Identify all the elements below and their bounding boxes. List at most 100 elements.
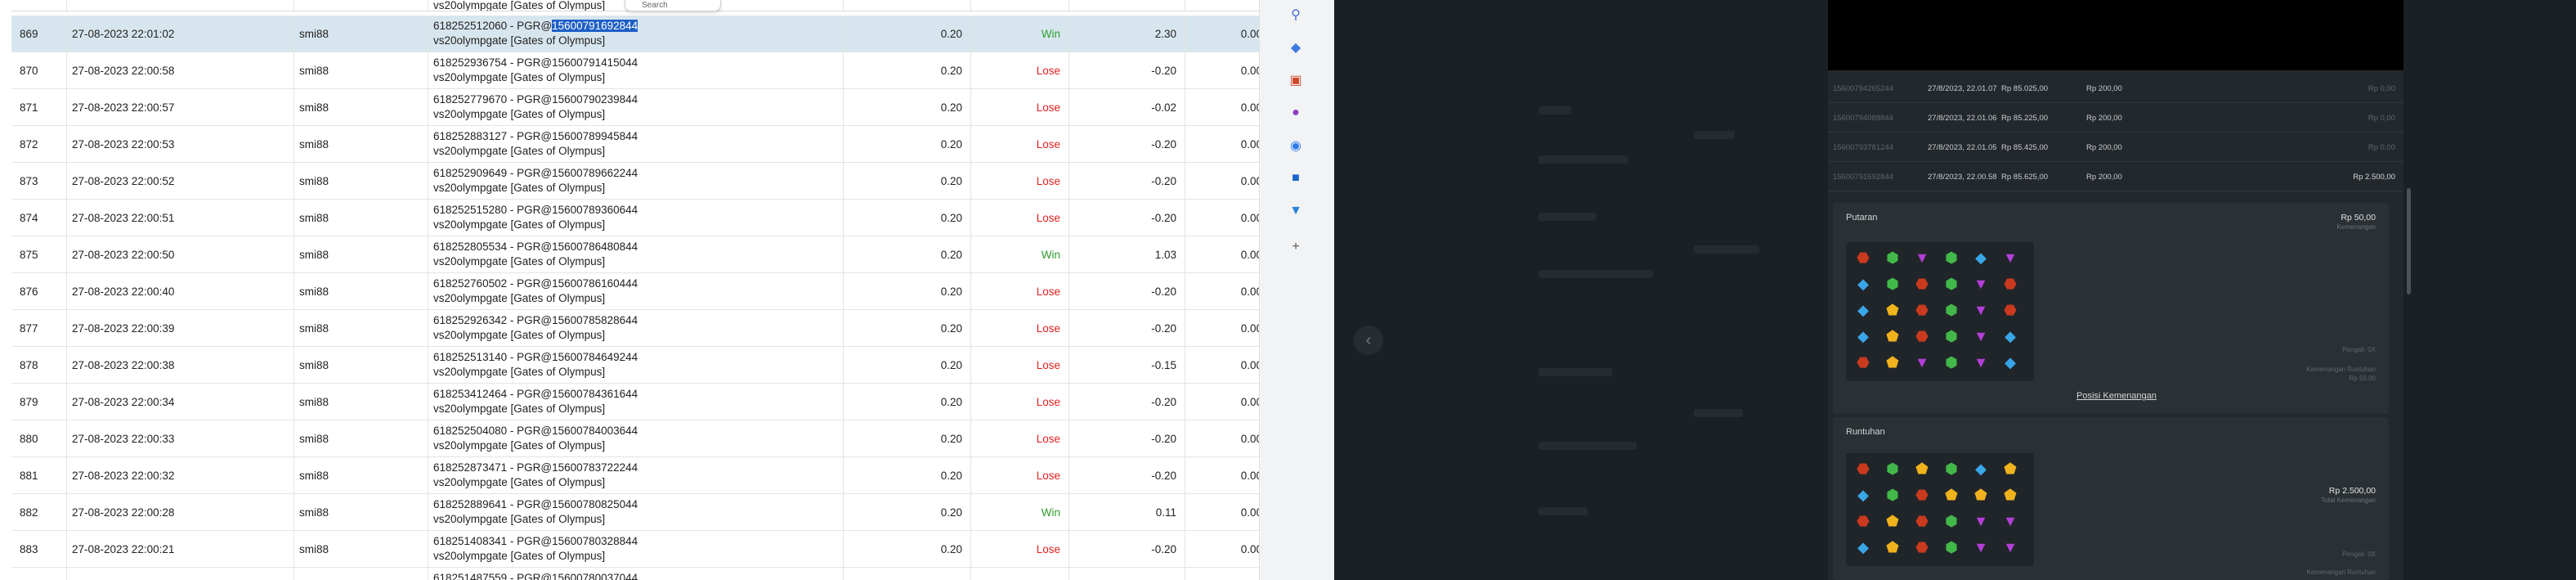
gem-green-icon: ⬢ [1886,276,1899,292]
row-desc-game: vs20olympgate [Gates of Olympus] [433,145,606,157]
row-desc-game: vs20olympgate [Gates of Olympus] [433,0,606,11]
search-icon[interactable]: ⚲ [1286,5,1306,25]
row-result: Lose [971,89,1069,125]
table-row[interactable]: 877 27-08-2023 22:00:39 smi88 618252926342 … [11,310,1259,347]
row-number: 874 [11,200,67,236]
row-desc-id: 618251487559 - PGR@15600780037044 [433,572,638,580]
row-desc-id: 618252936754 - PGR@ [433,56,553,69]
game-history-viewer: ‹ 15600794265244 27/8/2023, 22.01.07 Rp 85… [1334,0,2576,580]
row-datetime: 27-08-2023 22:00:28 [67,494,294,530]
spin-reel-grid: ⬣ ⬢ ▼ ⬢ ◆ ▼ ◆ ⬢ ⬣ ⬢ ▼ ⬣ ◆ ⬟ ⬣ ⬢ ▼ ⬣ ◆ ⬟ ⬣ ⬢ ▼ ◆ ⬣ ⬟ ▼ ⬢ ▼ ◆ [1846,242,2034,381]
row-balance: 0.00 [1240,248,1259,261]
row-number: 882 [11,494,67,530]
row-desc-line1: 618252883127 - PGR@15600789945844 [433,129,638,144]
toolbox-icon[interactable]: ▣ [1286,70,1306,90]
gem-yellow-icon: ⬟ [1886,539,1899,555]
row-user: smi88 [294,273,428,309]
history-win: Rp 0,00 [2368,143,2395,152]
table-row[interactable]: 879 27-08-2023 22:00:34 smi88 618253412464 … [11,384,1259,420]
row-amount: 1.03 [1069,236,1185,272]
add-icon[interactable]: + [1286,237,1306,257]
winning-position-link[interactable]: Posisi Kemenangan [2076,391,2157,401]
row-desc-ref: 15600791692844 [552,20,638,32]
row-desc-ref: 15600791415044 [552,56,638,69]
row-desc-id: 618252805534 - PGR@ [433,241,553,253]
cart-icon[interactable]: ▼ [1286,201,1306,221]
table-row[interactable]: 883 27-08-2023 22:00:21 smi88 618251408341 … [11,531,1259,568]
row-desc-id: 618252909649 - PGR@ [433,167,553,179]
gem-green-icon: ⬢ [1945,539,1958,555]
outlook-icon[interactable]: ■ [1286,169,1306,188]
row-user: smi88 [294,52,428,88]
row-datetime: 27-08-2023 22:00:38 [67,347,294,383]
gem-green-icon: ⬢ [1886,250,1899,266]
history-balance: Rp 85.025,00 [2001,84,2049,93]
gem-blue-icon: ◆ [2005,354,2016,371]
row-bet: 0.20 [844,16,971,52]
copilot-icon[interactable]: ◉ [1286,136,1306,155]
gem-purple-icon: ▼ [2003,250,2018,266]
history-bet: Rp 200,00 [2086,114,2122,123]
table-row[interactable]: 875 27-08-2023 22:00:50 smi88 618252805534 … [11,236,1259,273]
table-row[interactable]: 870 27-08-2023 22:00:58 smi88 618252936754 … [11,52,1259,89]
table-row[interactable]: 876 27-08-2023 22:00:40 smi88 618252760502 … [11,273,1259,310]
row-desc-id: 618252889641 - PGR@ [433,498,553,510]
row-datetime: 27-08-2023 22:00:33 [67,420,294,456]
gem-yellow-icon: ⬟ [1974,487,1987,503]
gem-blue-icon: ◆ [1857,276,1869,292]
history-row[interactable]: 15600793781244 27/8/2023, 22.01.05 Rp 85.4… [1828,133,2404,162]
table-row[interactable]: 882 27-08-2023 22:00:28 smi88 618252889641 … [11,494,1259,531]
row-desc-ref: 15600786480844 [552,241,638,253]
row-desc-ref: 15600789945844 [552,130,638,142]
row-amount: 0.11 [1069,494,1185,530]
tumble-card-value: Rp 2.500,00 [2328,486,2376,496]
history-row[interactable]: 15600794088844 27/8/2023, 22.01.06 Rp 85.2… [1828,103,2404,133]
row-desc-line1: 618252504080 - PGR@15600784003644 [433,424,638,438]
screen: vs20olympgate [Gates of Olympus] Search … [0,0,2576,580]
row-bet: 0.20 [844,126,971,162]
history-win: Rp 0,00 [2368,84,2395,93]
table-row[interactable]: 871 27-08-2023 22:00:57 smi88 618252779670 … [11,89,1259,126]
row-bet: 0.20 [844,531,971,567]
history-id: 15600793781244 [1833,143,1893,152]
panel-scrollbar[interactable] [2407,188,2411,294]
table-row[interactable]: 878 27-08-2023 22:00:38 smi88 618252513140 … [11,347,1259,384]
history-row[interactable]: 15600794265244 27/8/2023, 22.01.07 Rp 85.0… [1828,74,2404,103]
table-row[interactable]: 872 27-08-2023 22:00:53 smi88 618252883127 … [11,126,1259,163]
gem-purple-icon: ▼ [1973,539,1988,555]
row-desc-id: 618252515280 - PGR@ [433,204,553,216]
gem-green-icon: ⬢ [1886,487,1899,503]
row-amount: -0.20 [1069,273,1185,309]
row-amount: -0.20 [1069,52,1185,88]
row-description: 618252504080 - PGR@15600784003644 vs20oly… [428,420,844,456]
row-desc-line1: 618253412464 - PGR@15600784361644 [433,387,638,402]
row-datetime: 27-08-2023 22:01:02 [67,16,294,52]
table-row[interactable]: 873 27-08-2023 22:00:52 smi88 618252909649 … [11,163,1259,200]
row-desc-id: 618252504080 - PGR@ [433,425,553,437]
table-row[interactable]: 874 27-08-2023 22:00:51 smi88 618252515280 … [11,200,1259,236]
row-bet: 0.20 [844,310,971,346]
tumble-card-title: Runtuhan [1846,427,1885,437]
row-desc-id: 618252512060 - PGR@ [433,20,553,32]
table-row[interactable]: 880 27-08-2023 22:00:33 smi88 618252504080 … [11,420,1259,457]
history-balance: Rp 85.625,00 [2001,173,2049,182]
row-number: 872 [11,126,67,162]
row-result: Lose [971,384,1069,420]
transaction-table: vs20olympgate [Gates of Olympus] Search … [0,0,1259,580]
history-row[interactable]: 15600791692844 27/8/2023, 22.00.58 Rp 85.6… [1828,162,2404,191]
row-datetime: 27-08-2023 22:00:34 [67,384,294,420]
table-row[interactable]: 881 27-08-2023 22:00:32 smi88 618252873471 … [11,457,1259,494]
row-number: 876 [11,273,67,309]
row-balance: 0.00 [1240,395,1259,408]
row-bet: 0.20 [844,457,971,493]
people-icon[interactable]: ● [1286,103,1306,123]
row-balance: 0.00 [1240,469,1259,482]
search-popup[interactable]: Search [625,0,721,11]
tag-icon[interactable]: ◆ [1286,38,1306,57]
table-row[interactable]: 869 27-08-2023 22:01:02 smi88 618252512060 … [11,16,1259,52]
prev-arrow-button[interactable]: ‹ [1354,326,1383,355]
row-bet: 0.20 [844,420,971,456]
row-description: 618252883127 - PGR@15600789945844 vs20oly… [428,126,844,162]
row-user: smi88 [294,89,428,125]
tumble-reel-grid: ⬣ ⬢ ⬟ ⬢ ◆ ⬟ ◆ ⬢ ⬣ ⬟ ⬟ ⬟ ⬣ ⬟ ⬣ ⬢ ▼ ▼ ◆ ⬟ ⬣ ⬢ ▼ ▼ [1846,453,2034,566]
